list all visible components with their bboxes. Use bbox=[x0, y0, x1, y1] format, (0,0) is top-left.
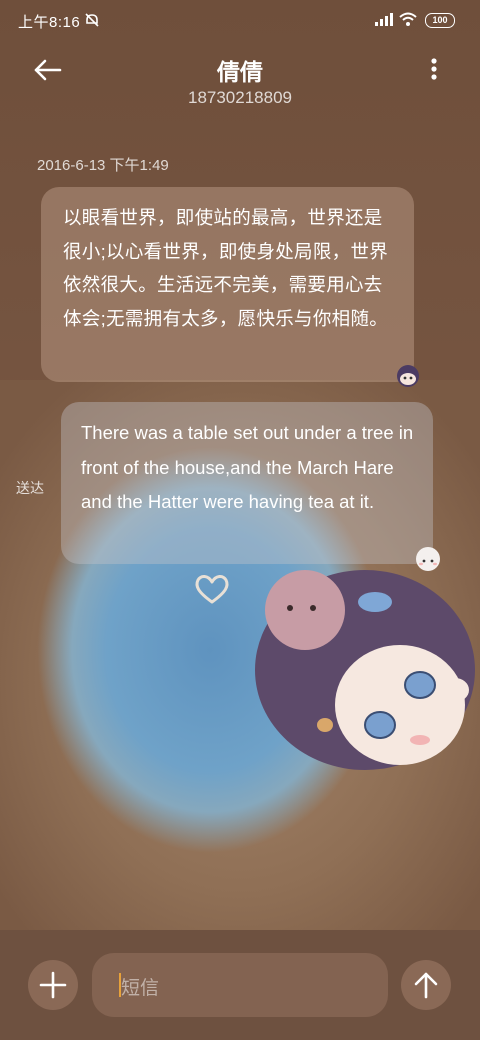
add-attachment-button[interactable] bbox=[28, 960, 78, 1010]
message-timestamp: 2016-6-13 下午1:49 bbox=[37, 157, 169, 174]
plus-icon bbox=[39, 971, 67, 999]
signal-icon bbox=[375, 13, 393, 26]
outgoing-message-text: There was a table set out under a tree i… bbox=[81, 422, 414, 512]
message-input-placeholder: 短信 bbox=[121, 978, 160, 999]
do-not-disturb-icon bbox=[85, 13, 99, 27]
battery-level: 100 bbox=[432, 15, 448, 25]
message-input[interactable]: 短信 bbox=[92, 953, 388, 1017]
heart-icon bbox=[195, 575, 229, 604]
incoming-message-bubble[interactable]: 以眼看世界，即使站的最高，世界还是很小;以心看世界，即使身处局限，世界依然很大。… bbox=[41, 187, 414, 382]
contact-name: 倩倩 bbox=[217, 59, 263, 85]
status-time: 上午8:16 bbox=[18, 14, 81, 31]
arrow-up-icon bbox=[414, 972, 438, 999]
battery-indicator: 100 bbox=[425, 13, 455, 28]
delivery-status: 送达 bbox=[16, 480, 44, 496]
contact-number: 18730218809 bbox=[187, 88, 292, 107]
incoming-message-text: 以眼看世界，即使站的最高，世界还是很小;以心看世界，即使身处局限，世界依然很大。… bbox=[63, 207, 389, 329]
wallpaper-character-illustration bbox=[255, 570, 475, 770]
wifi-icon bbox=[399, 12, 417, 26]
more-options-icon[interactable] bbox=[422, 56, 446, 84]
avatar-sticker-icon bbox=[397, 365, 419, 387]
send-button[interactable] bbox=[401, 960, 451, 1010]
status-bar: 上午8:16 100 bbox=[0, 0, 480, 40]
